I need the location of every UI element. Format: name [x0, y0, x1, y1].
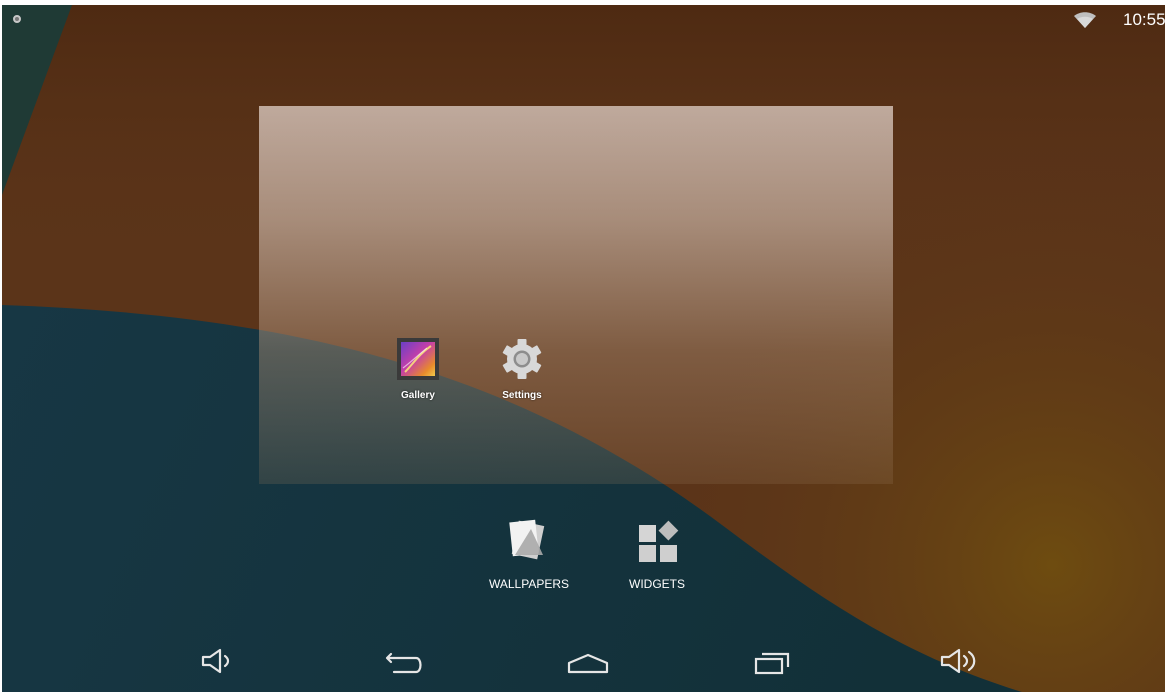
notification-dot-icon: [13, 15, 21, 23]
recent-apps-icon: [754, 652, 790, 675]
widgets-icon: [639, 520, 679, 562]
volume-up-button[interactable]: [937, 645, 977, 679]
volume-up-icon: [940, 648, 976, 674]
widgets-button[interactable]: WIDGETS: [607, 519, 707, 591]
volume-down-button[interactable]: [198, 645, 238, 679]
home-screen: 10:55 Gallery Settings WALLPAPERS WIDGET…: [2, 5, 1165, 692]
workspace-preview[interactable]: [259, 106, 893, 484]
recent-apps-button[interactable]: [752, 645, 792, 679]
wifi-icon: [1074, 12, 1096, 28]
settings-label: Settings: [502, 390, 542, 401]
home-button[interactable]: [566, 645, 609, 679]
widgets-label: WIDGETS: [629, 577, 685, 591]
volume-down-icon: [201, 648, 230, 674]
home-icon: [567, 653, 609, 674]
gallery-icon: [397, 338, 439, 380]
wallpapers-icon: [509, 519, 545, 560]
gallery-app[interactable]: Gallery: [383, 338, 453, 408]
back-button[interactable]: [382, 645, 422, 679]
wallpapers-label: WALLPAPERS: [488, 577, 570, 591]
settings-app[interactable]: Settings: [487, 338, 557, 408]
status-bar: 10:55: [2, 5, 1165, 35]
gallery-label: Gallery: [401, 390, 435, 401]
wallpapers-button[interactable]: WALLPAPERS: [479, 519, 579, 591]
settings-gear-icon: [502, 339, 542, 379]
status-clock: 10:55: [1123, 10, 1165, 29]
back-icon: [385, 652, 422, 674]
